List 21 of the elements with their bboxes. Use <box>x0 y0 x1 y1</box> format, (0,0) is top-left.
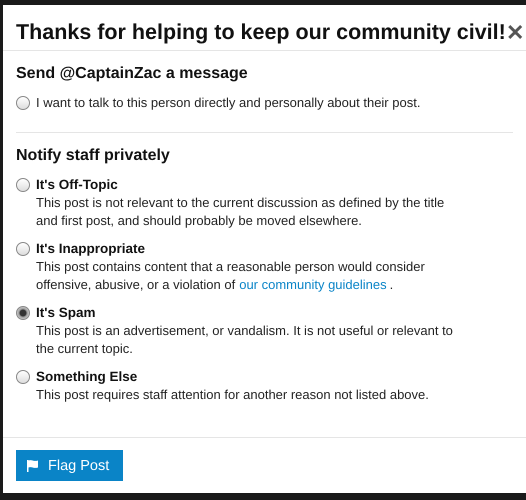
option-label: It's Inappropriate <box>36 240 146 258</box>
radio-button[interactable] <box>16 306 30 320</box>
radio-button[interactable] <box>16 370 30 384</box>
option-description: This post is not relevant to the current discussion as defined by the title and first post, and should probably be moved elsewhere. <box>36 194 446 230</box>
guidelines-link[interactable]: our community guidelines <box>239 277 387 292</box>
option-description: This post requires staff attention for another reason not listed above. <box>36 386 429 404</box>
section-heading: Notify staff privately <box>16 147 171 165</box>
option-label: I want to talk to this person directly and personally about their post. <box>36 94 420 112</box>
radio-button[interactable] <box>16 242 30 256</box>
flag-icon <box>26 458 40 472</box>
radio-button[interactable] <box>16 96 30 110</box>
close-button[interactable]: ✕ <box>506 22 524 44</box>
option-description: This post is an advertisement, or vandalism. It is not useful or relevant to the current topic. <box>36 322 454 358</box>
section-heading: Send @CaptainZac a message <box>16 65 249 83</box>
option-label: It's Spam <box>36 304 96 322</box>
flag-post-button[interactable]: Flag Post <box>16 450 124 481</box>
option-label: It's Off-Topic <box>36 176 119 194</box>
radio-button[interactable] <box>16 178 30 192</box>
dialog-title: Thanks for helping to keep our community civil! <box>16 20 506 45</box>
option-label: Something Else <box>36 368 138 386</box>
option-description: This post contains content that a reasonable person would consider offensive, abusive, or a violation of our community guidelines . <box>36 258 426 294</box>
